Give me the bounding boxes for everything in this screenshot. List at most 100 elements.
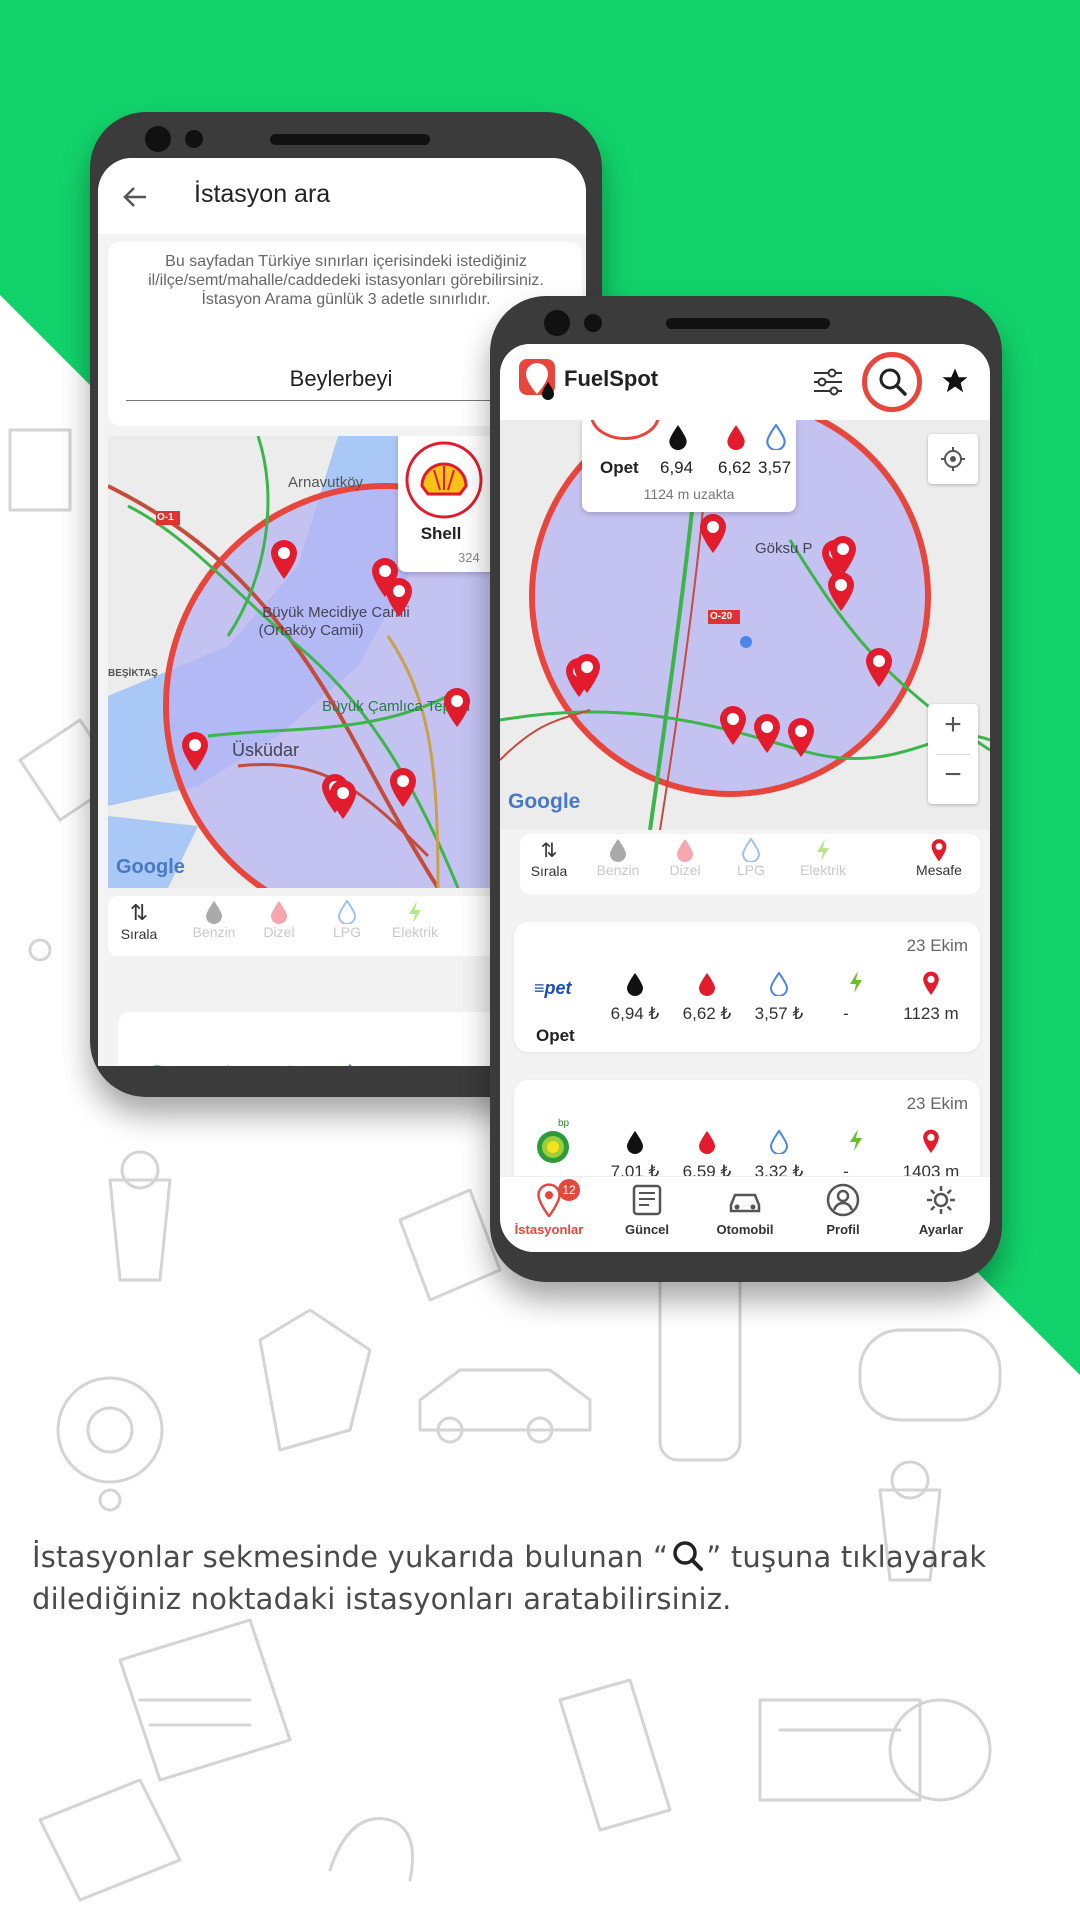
front-map[interactable]: O-20 Göksu P Google + − Opet 6,94 6,62 3… [500,420,990,830]
map-label-uskudar: Üsküdar [232,740,300,760]
sort-icon: ⇅ [540,840,558,862]
search-icon [673,1541,704,1571]
station-card[interactable]: 23 Ekim ≡pet Opet 6,94 ₺ 6,62 ₺ 3,57 ₺ -… [514,922,980,1052]
map-pin[interactable] [864,646,894,688]
drop-blue-icon [742,838,760,862]
drop-black-icon [227,1065,229,1066]
user-icon [826,1183,860,1217]
speaker-grille [666,318,830,329]
drop-red-icon [677,839,693,862]
zoom-in-button[interactable]: + [928,708,978,752]
station-popup[interactable]: Shell 324 [398,436,498,572]
drop-black-icon [627,973,643,996]
map-pin[interactable] [572,652,602,694]
pin-icon [923,971,939,995]
bolt-icon [406,1065,407,1066]
drop-blue-icon [770,1130,788,1154]
filter-sort[interactable]: ⇅ Sırala [524,838,574,879]
map-pin[interactable] [826,570,856,612]
map-pin[interactable] [698,512,728,554]
nav-label: Ayarlar [918,1222,964,1237]
map-pin[interactable] [388,766,418,808]
caption-line-2: dilediğiniz noktadaki istasyonları arata… [32,1582,732,1616]
filter-benzin[interactable]: Benzin [588,838,648,878]
nav-label: İstasyonlar [514,1222,584,1237]
filter-lpg[interactable]: LPG [322,900,372,940]
map-pin[interactable] [384,576,414,618]
fuelspot-logo-icon [519,359,555,400]
nav-otomobil[interactable]: Otomobil [696,1183,794,1237]
drop-blue-icon [766,424,786,450]
search-header: İstasyon ara [98,158,586,234]
drop-black-icon [669,425,687,450]
card-date: 23 Ekim [906,936,968,955]
map-pin[interactable] [786,716,816,758]
drop-black-icon [627,1131,643,1154]
filter-lpg[interactable]: LPG [726,838,776,878]
nav-guncel[interactable]: Güncel [598,1183,696,1237]
card-date: 23 Ekim [906,1094,968,1113]
pin-icon [931,839,947,862]
map-label-ortakoy: (Ortaköy Camii) [258,622,364,639]
popup-price-benzin: 6,94 [660,458,694,477]
sensor [584,314,602,332]
crosshair-icon [941,447,965,471]
filter-label: Dizel [669,862,701,878]
popup-distance: 324 [458,550,480,565]
front-phone-frame: FuelSpot O-20 Göksu P Google + − Opet 6,… [490,296,1002,1282]
nav-profil[interactable]: Profil [794,1183,892,1237]
filter-sort[interactable]: ⇅ Sırala [114,900,164,942]
nav-label: Profil [826,1222,860,1237]
arrow-left-icon[interactable] [122,184,148,210]
front-camera [544,310,570,336]
news-icon [632,1184,662,1216]
map-pin[interactable] [180,730,210,772]
drop-red-icon [271,901,287,924]
bolt-icon [817,839,829,861]
price-dizel: 6,62 ₺ [682,1004,732,1023]
zoom-divider [936,754,970,755]
gear-icon [927,1186,955,1214]
filter-label: LPG [332,924,361,940]
drop-red-icon [727,425,745,450]
filter-label: Sırala [530,863,568,879]
map-pin[interactable] [328,778,358,820]
map-pin[interactable] [269,538,299,580]
zoom-out-button[interactable]: − [928,758,978,802]
filter-label: Dizel [263,924,295,940]
bolt-icon [850,971,862,993]
filter-label: Mesafe [916,862,962,878]
map-pin[interactable] [442,686,472,728]
caption-part-2: ” tuşuna tıklayarak [706,1540,987,1574]
google-logo: Google [116,856,185,878]
drop-blue-icon [348,1064,352,1066]
caption-part-1: İstasyonlar sekmesinde yukarıda bulunan … [32,1540,669,1574]
bolt-icon [850,1129,862,1151]
map-label-besiktas: BEŞİKTAŞ [108,668,158,679]
filter-elektrik[interactable]: Elektrik [788,838,858,878]
map-pin[interactable] [718,704,748,746]
filter-mesafe[interactable]: Mesafe [904,838,974,878]
filter-label: LPG [736,862,765,878]
station-popup[interactable]: Opet 6,94 6,62 3,57 1124 m uzakta [582,420,796,512]
map-pin[interactable] [752,712,782,754]
search-button[interactable] [862,352,922,412]
sensor [185,130,203,148]
filter-elektrik[interactable]: Elektrik [380,900,450,940]
filter-benzin[interactable]: Benzin [184,900,244,940]
nav-ayarlar[interactable]: Ayarlar [892,1183,990,1237]
star-icon[interactable] [940,366,970,396]
google-logo: Google [508,790,581,813]
nav-istasyonlar[interactable]: 12 İstasyonlar [500,1179,598,1237]
filter-dizel[interactable]: Dizel [660,838,710,878]
filter-dizel[interactable]: Dizel [254,900,304,940]
my-location-button[interactable] [928,434,978,484]
drop-red-icon [699,973,715,996]
drop-red-icon [699,1131,715,1154]
car-icon [729,1193,761,1213]
sliders-icon[interactable] [812,368,844,396]
front-camera [145,126,171,152]
filter-label: Benzin [596,862,640,878]
bp-label: bp [558,1118,570,1129]
front-phone-screen: FuelSpot O-20 Göksu P Google + − Opet 6,… [500,344,990,1252]
